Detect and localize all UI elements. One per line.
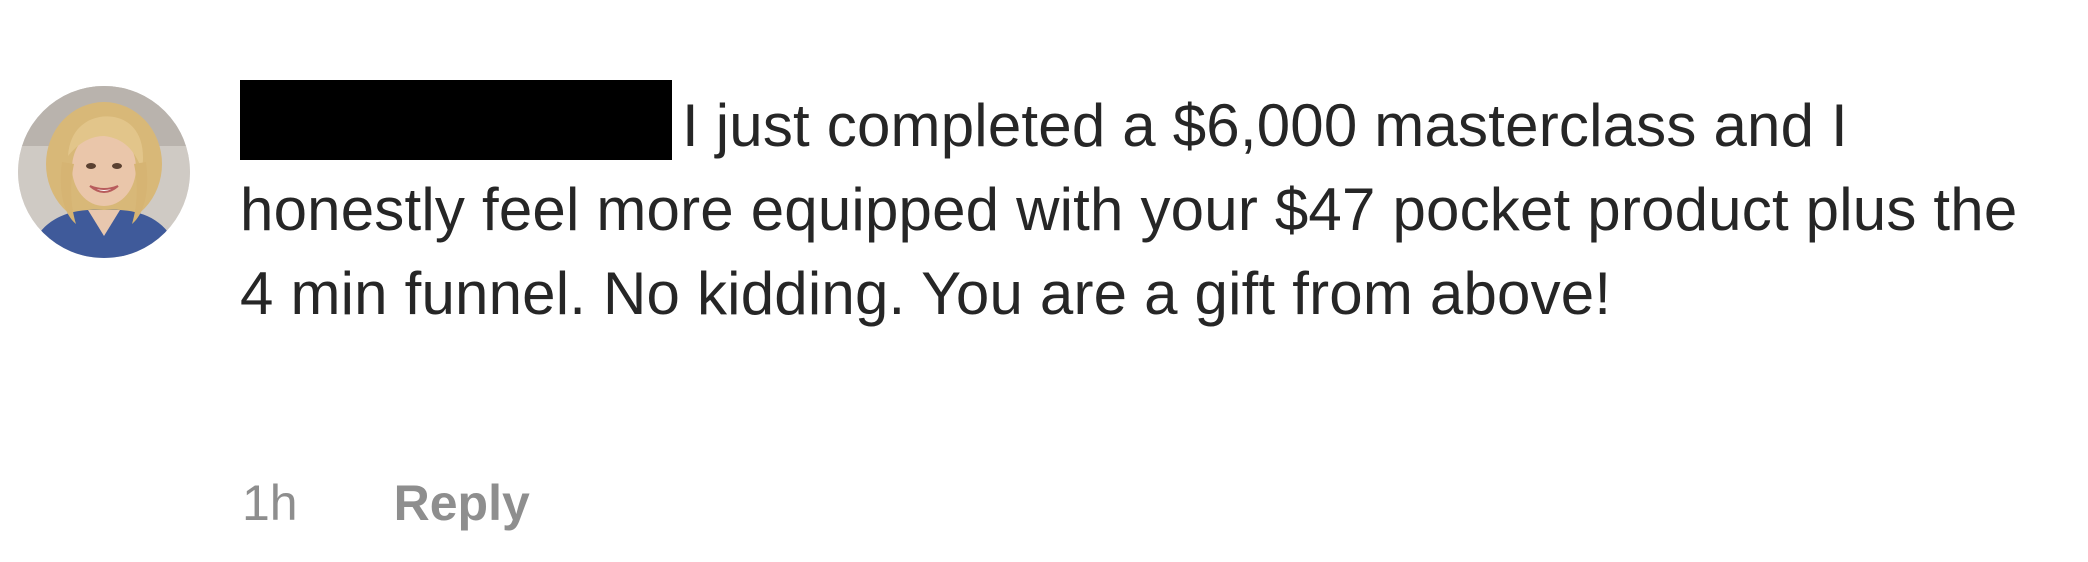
user-avatar-icon[interactable] bbox=[18, 86, 190, 258]
comment-body: I just completed a $6,000 masterclass an… bbox=[240, 80, 2060, 336]
comment-meta: 1h Reply bbox=[242, 468, 530, 538]
timestamp: 1h bbox=[242, 475, 298, 531]
reply-button[interactable]: Reply bbox=[394, 474, 530, 532]
redacted-username bbox=[240, 80, 672, 160]
comment-text-line: I just completed a $6,000 masterclass an… bbox=[240, 80, 2060, 336]
comment: I just completed a $6,000 masterclass an… bbox=[0, 0, 2088, 562]
